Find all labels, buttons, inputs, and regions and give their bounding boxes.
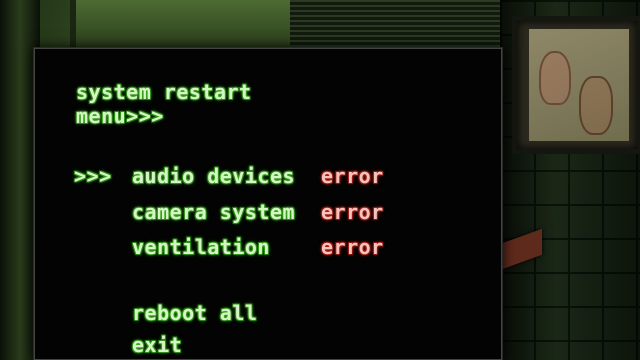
audio-devices-status: error: [321, 164, 384, 188]
menu-title-line-1: system restart: [76, 80, 252, 104]
maintenance-panel: system restart menu>>> >>> audio devices…: [33, 47, 503, 360]
menu-item-audio-devices[interactable]: audio devices: [132, 164, 295, 188]
camera-system-status: error: [321, 200, 384, 224]
reboot-all-option[interactable]: reboot all: [132, 301, 257, 325]
menu-title-line-2: menu>>>: [76, 104, 164, 128]
wall-poster: [512, 16, 640, 154]
poster-drawing-right: [579, 76, 613, 135]
exit-option[interactable]: exit: [132, 333, 182, 357]
window-blinds: [290, 0, 500, 48]
menu-item-ventilation[interactable]: ventilation: [132, 235, 270, 259]
poster-drawing-left: [539, 51, 571, 105]
menu-item-camera-system[interactable]: camera system: [132, 200, 295, 224]
ventilation-status: error: [321, 235, 384, 259]
selection-cursor: >>>: [74, 164, 112, 188]
office-scene: system restart menu>>> >>> audio devices…: [0, 0, 640, 360]
